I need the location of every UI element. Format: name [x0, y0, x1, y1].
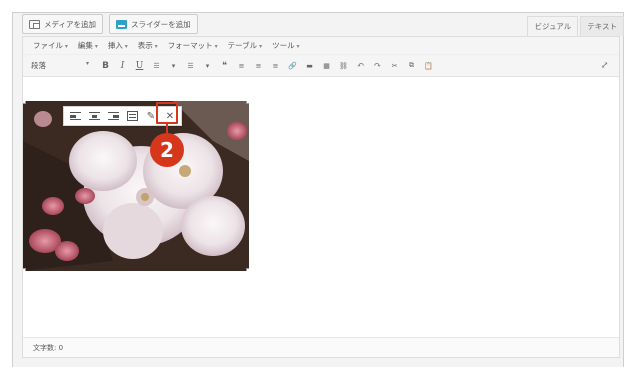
bullet-list-icon[interactable]: ☰: [148, 58, 165, 74]
highlight-box: [156, 102, 178, 124]
align-right-icon[interactable]: ≡: [267, 58, 284, 74]
align-left-button[interactable]: [67, 108, 83, 124]
resize-handle[interactable]: [23, 101, 26, 104]
resize-handle[interactable]: [23, 268, 26, 271]
paste-icon[interactable]: 📋: [420, 58, 437, 74]
align-none-icon: [126, 111, 138, 121]
align-center-icon: [88, 111, 100, 121]
menubar: ファイル 編集 挿入 表示 フォーマット テーブル ツール: [23, 37, 619, 55]
menu-format[interactable]: フォーマット: [168, 40, 218, 51]
media-buttons: メディアを追加 スライダーを追加: [22, 14, 198, 34]
align-left-icon[interactable]: ≡: [233, 58, 250, 74]
cherry-blossom-photo: [23, 101, 249, 271]
format-select-value: 段落: [31, 61, 46, 70]
add-slider-button[interactable]: スライダーを追加: [108, 14, 198, 34]
menu-view[interactable]: 表示: [138, 40, 158, 51]
copy-icon[interactable]: ⧉: [403, 58, 420, 74]
formatting-toolbar: 段落 ▾ B I U ☰ ▾ ☰ ▾ ❝ ≡ ≡ ≡ 🔗 ▬ ▦ ⛓ ↶ ↷ ✂…: [23, 55, 619, 77]
bold-button[interactable]: B: [97, 58, 114, 74]
tab-visual[interactable]: ビジュアル: [527, 16, 579, 36]
chevron-down-icon[interactable]: ▾: [165, 58, 182, 74]
statusbar: 文字数: 0: [23, 337, 619, 357]
resize-handle[interactable]: [246, 101, 249, 104]
word-count: 文字数: 0: [33, 343, 64, 352]
tab-text[interactable]: テキスト: [580, 16, 624, 36]
menu-file[interactable]: ファイル: [33, 40, 68, 51]
underline-button[interactable]: U: [131, 58, 148, 74]
inserted-image[interactable]: [23, 101, 249, 271]
align-center-icon[interactable]: ≡: [250, 58, 267, 74]
align-right-button[interactable]: [105, 108, 121, 124]
media-icon: [29, 19, 40, 29]
numbered-list-icon[interactable]: ☰: [182, 58, 199, 74]
step-marker: 2: [150, 133, 184, 167]
menu-edit[interactable]: 編集: [78, 40, 98, 51]
slider-icon: [115, 19, 127, 29]
horizontal-rule-icon[interactable]: ▬: [301, 58, 318, 74]
menu-insert[interactable]: 挿入: [108, 40, 128, 51]
table-icon[interactable]: ▦: [318, 58, 335, 74]
blockquote-icon[interactable]: ❝: [216, 58, 233, 74]
editor: ファイル 編集 挿入 表示 フォーマット テーブル ツール 段落 ▾ B I U…: [22, 36, 620, 358]
format-select[interactable]: 段落 ▾: [31, 60, 97, 71]
highlight-pointer: [166, 124, 168, 133]
redo-icon[interactable]: ↷: [369, 58, 386, 74]
fullscreen-icon[interactable]: ⤢: [596, 58, 613, 74]
pencil-icon: ✎: [146, 110, 156, 122]
chevron-down-icon: ▾: [85, 60, 89, 67]
align-left-icon: [69, 111, 81, 121]
align-right-icon: [107, 111, 119, 121]
editor-mode-tabs: ビジュアル テキスト: [527, 16, 624, 36]
editor-content[interactable]: ✎ ✕ 2: [23, 78, 619, 330]
cut-icon[interactable]: ✂: [386, 58, 403, 74]
link-icon[interactable]: 🔗: [284, 58, 301, 74]
add-slider-label: スライダーを追加: [130, 19, 191, 29]
align-none-button[interactable]: [124, 108, 140, 124]
undo-icon[interactable]: ↶: [352, 58, 369, 74]
chevron-down-icon[interactable]: ▾: [199, 58, 216, 74]
menu-table[interactable]: テーブル: [228, 40, 262, 51]
resize-handle[interactable]: [246, 268, 249, 271]
add-media-button[interactable]: メディアを追加: [22, 14, 103, 34]
menu-tools[interactable]: ツール: [272, 40, 299, 51]
align-center-button[interactable]: [86, 108, 102, 124]
unlink-icon[interactable]: ⛓: [335, 58, 352, 74]
add-media-label: メディアを追加: [44, 19, 96, 29]
italic-button[interactable]: I: [114, 58, 131, 74]
